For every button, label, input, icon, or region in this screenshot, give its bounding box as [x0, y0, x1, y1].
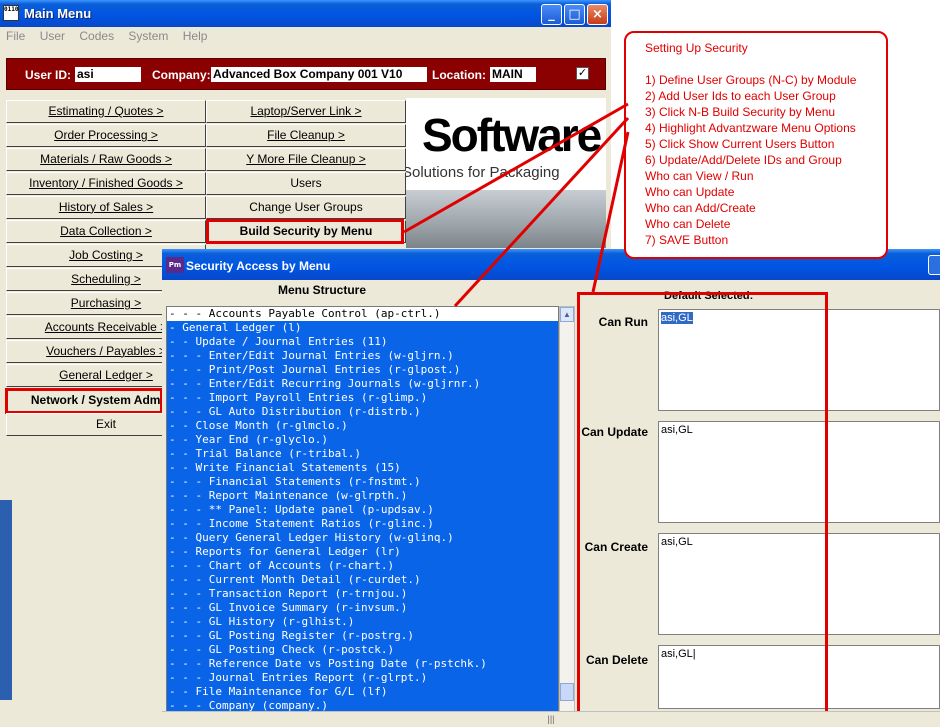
tree-row[interactable]: - - - Chart of Accounts (r-chart.)	[167, 559, 558, 573]
highlight-network-admin	[5, 388, 163, 414]
tree-row[interactable]: - - - Transaction Report (r-trnjou.)	[167, 587, 558, 601]
tree-row[interactable]: - - Trial Balance (r-tribal.)	[167, 447, 558, 461]
tree-row[interactable]: - - File Maintenance for G/L (lf)	[167, 685, 558, 699]
menu-codes[interactable]: Codes	[79, 27, 114, 45]
btn-data-collection[interactable]: Data Collection >	[6, 220, 206, 243]
company-logo: Software Solutions for Packaging	[406, 98, 606, 248]
btn-materials[interactable]: Materials / Raw Goods >	[6, 148, 206, 171]
tree-row[interactable]: - - - GL Auto Distribution (r-distrb.)	[167, 405, 558, 419]
company-label: Company:	[152, 68, 211, 82]
location-field[interactable]: MAIN	[490, 67, 536, 82]
tree-row[interactable]: - - Query General Ledger History (w-glin…	[167, 531, 558, 545]
btn-inventory[interactable]: Inventory / Finished Goods >	[6, 172, 206, 195]
tree-row[interactable]: - - - Financial Statements (r-fnstmt.)	[167, 475, 558, 489]
close-button[interactable]: ×	[587, 4, 608, 25]
btn-file-cleanup[interactable]: File Cleanup >	[206, 124, 406, 147]
minimize-button[interactable]: _	[541, 4, 562, 25]
security-minimize-button[interactable]	[928, 255, 940, 275]
tree-row[interactable]: - - - Current Month Detail (r-curdet.)	[167, 573, 558, 587]
btn-laptop-server-link[interactable]: Laptop/Server Link >	[206, 100, 406, 123]
app-icon: 0110	[3, 5, 19, 21]
security-window-title: Security Access by Menu	[186, 259, 331, 273]
company-field[interactable]: Advanced Box Company 001 V10	[211, 67, 427, 82]
callout-line: 7) SAVE Button	[645, 233, 729, 247]
callout-heading: Setting Up Security	[645, 41, 748, 55]
btn-order-processing[interactable]: Order Processing >	[6, 124, 206, 147]
tree-row[interactable]: - - - GL Invoice Summary (r-invsum.)	[167, 601, 558, 615]
logo-photo	[406, 190, 606, 248]
callout-line: Who can Update	[645, 185, 735, 199]
desktop-edge	[0, 500, 12, 700]
confirm-checkbox[interactable]: ✓	[576, 67, 589, 80]
tree-row[interactable]: - - - Journal Entries Report (r-glrpt.)	[167, 671, 558, 685]
tree-row[interactable]: - - - Income Statement Ratios (r-glinc.)	[167, 517, 558, 531]
tree-row[interactable]: - - - ** Panel: Update panel (p-updsav.)	[167, 503, 558, 517]
tree-row[interactable]: - - - Import Payroll Entries (r-glimp.)	[167, 391, 558, 405]
btn-more-file-cleanup[interactable]: Y More File Cleanup >	[206, 148, 406, 171]
tree-row[interactable]: - - - Enter/Edit Recurring Journals (w-g…	[167, 377, 558, 391]
logo-tagline: Solutions for Packaging	[406, 164, 560, 181]
setup-security-callout: Setting Up Security 1) Define User Groups…	[624, 31, 888, 259]
btn-estimating[interactable]: Estimating / Quotes >	[6, 100, 206, 123]
menu-user[interactable]: User	[40, 27, 65, 45]
user-id-label: User ID:	[25, 68, 72, 82]
menu-structure-label: Menu Structure	[278, 283, 367, 297]
callout-line: 6) Update/Add/Delete IDs and Group	[645, 153, 842, 167]
logo-wordmark: Software	[422, 109, 602, 161]
highlight-build-security	[206, 219, 404, 244]
scroll-thumb[interactable]	[560, 683, 574, 701]
callout-line: 1) Define User Groups (N-C) by Module	[645, 73, 857, 87]
location-label: Location:	[432, 68, 486, 82]
tree-row[interactable]: - - - Accounts Payable Control (ap-ctrl.…	[167, 307, 558, 321]
callout-line: 3) Click N-B Build Security by Menu	[645, 105, 836, 119]
btn-history-of-sales[interactable]: History of Sales >	[6, 196, 206, 219]
callout-line: 2) Add User Ids to each User Group	[645, 89, 836, 103]
menu-bar: File User Codes System Help	[0, 27, 611, 47]
callout-line: Who can Delete	[645, 217, 731, 231]
tree-row[interactable]: - - Update / Journal Entries (11)	[167, 335, 558, 349]
tree-row[interactable]: - - Reports for General Ledger (lr)	[167, 545, 558, 559]
tree-scrollbar[interactable]: ▲	[559, 306, 575, 713]
menu-system[interactable]: System	[128, 27, 168, 45]
security-access-window: Pm Security Access by Menu Menu Structur…	[162, 249, 940, 727]
user-id-field[interactable]: asi	[75, 67, 141, 82]
menu-structure-tree[interactable]: - - - Accounts Payable Control (ap-ctrl.…	[166, 306, 559, 713]
window-resize-grip[interactable]: |||	[162, 711, 940, 727]
tree-row[interactable]: - - Close Month (r-glmclo.)	[167, 419, 558, 433]
tree-row[interactable]: - - - GL Posting Register (r-postrg.)	[167, 629, 558, 643]
menu-help[interactable]: Help	[183, 27, 208, 45]
tree-row[interactable]: - - - Report Maintenance (w-glrpth.)	[167, 489, 558, 503]
tree-row[interactable]: - - - Print/Post Journal Entries (r-glpo…	[167, 363, 558, 377]
callout-line: Who can View / Run	[645, 169, 754, 183]
menu-file[interactable]: File	[6, 27, 25, 45]
btn-users[interactable]: Users	[206, 172, 406, 195]
tree-row[interactable]: - - - Enter/Edit Journal Entries (w-gljr…	[167, 349, 558, 363]
tree-row[interactable]: - - - GL History (r-glhist.)	[167, 615, 558, 629]
maximize-button[interactable]: □	[564, 4, 585, 25]
user-info-bar: User ID: asi Company: Advanced Box Compa…	[6, 58, 606, 90]
callout-line: Who can Add/Create	[645, 201, 756, 215]
callout-line: 5) Click Show Current Users Button	[645, 137, 835, 151]
tree-row[interactable]: - - Write Financial Statements (15)	[167, 461, 558, 475]
btn-change-user-groups[interactable]: Change User Groups	[206, 196, 406, 219]
highlight-permissions	[577, 292, 828, 727]
callout-line: 4) Highlight Advantzware Menu Options	[645, 121, 856, 135]
tree-row[interactable]: - - - GL Posting Check (r-postck.)	[167, 643, 558, 657]
security-window-icon: Pm	[166, 257, 184, 273]
tree-row[interactable]: - - - Reference Date vs Posting Date (r-…	[167, 657, 558, 671]
tree-row[interactable]: - General Ledger (l)	[167, 321, 558, 335]
main-title-bar[interactable]: 0110 Main Menu _ □ ×	[0, 0, 611, 27]
tree-row[interactable]: - - Year End (r-glyclo.)	[167, 433, 558, 447]
window-title: Main Menu	[24, 6, 92, 21]
